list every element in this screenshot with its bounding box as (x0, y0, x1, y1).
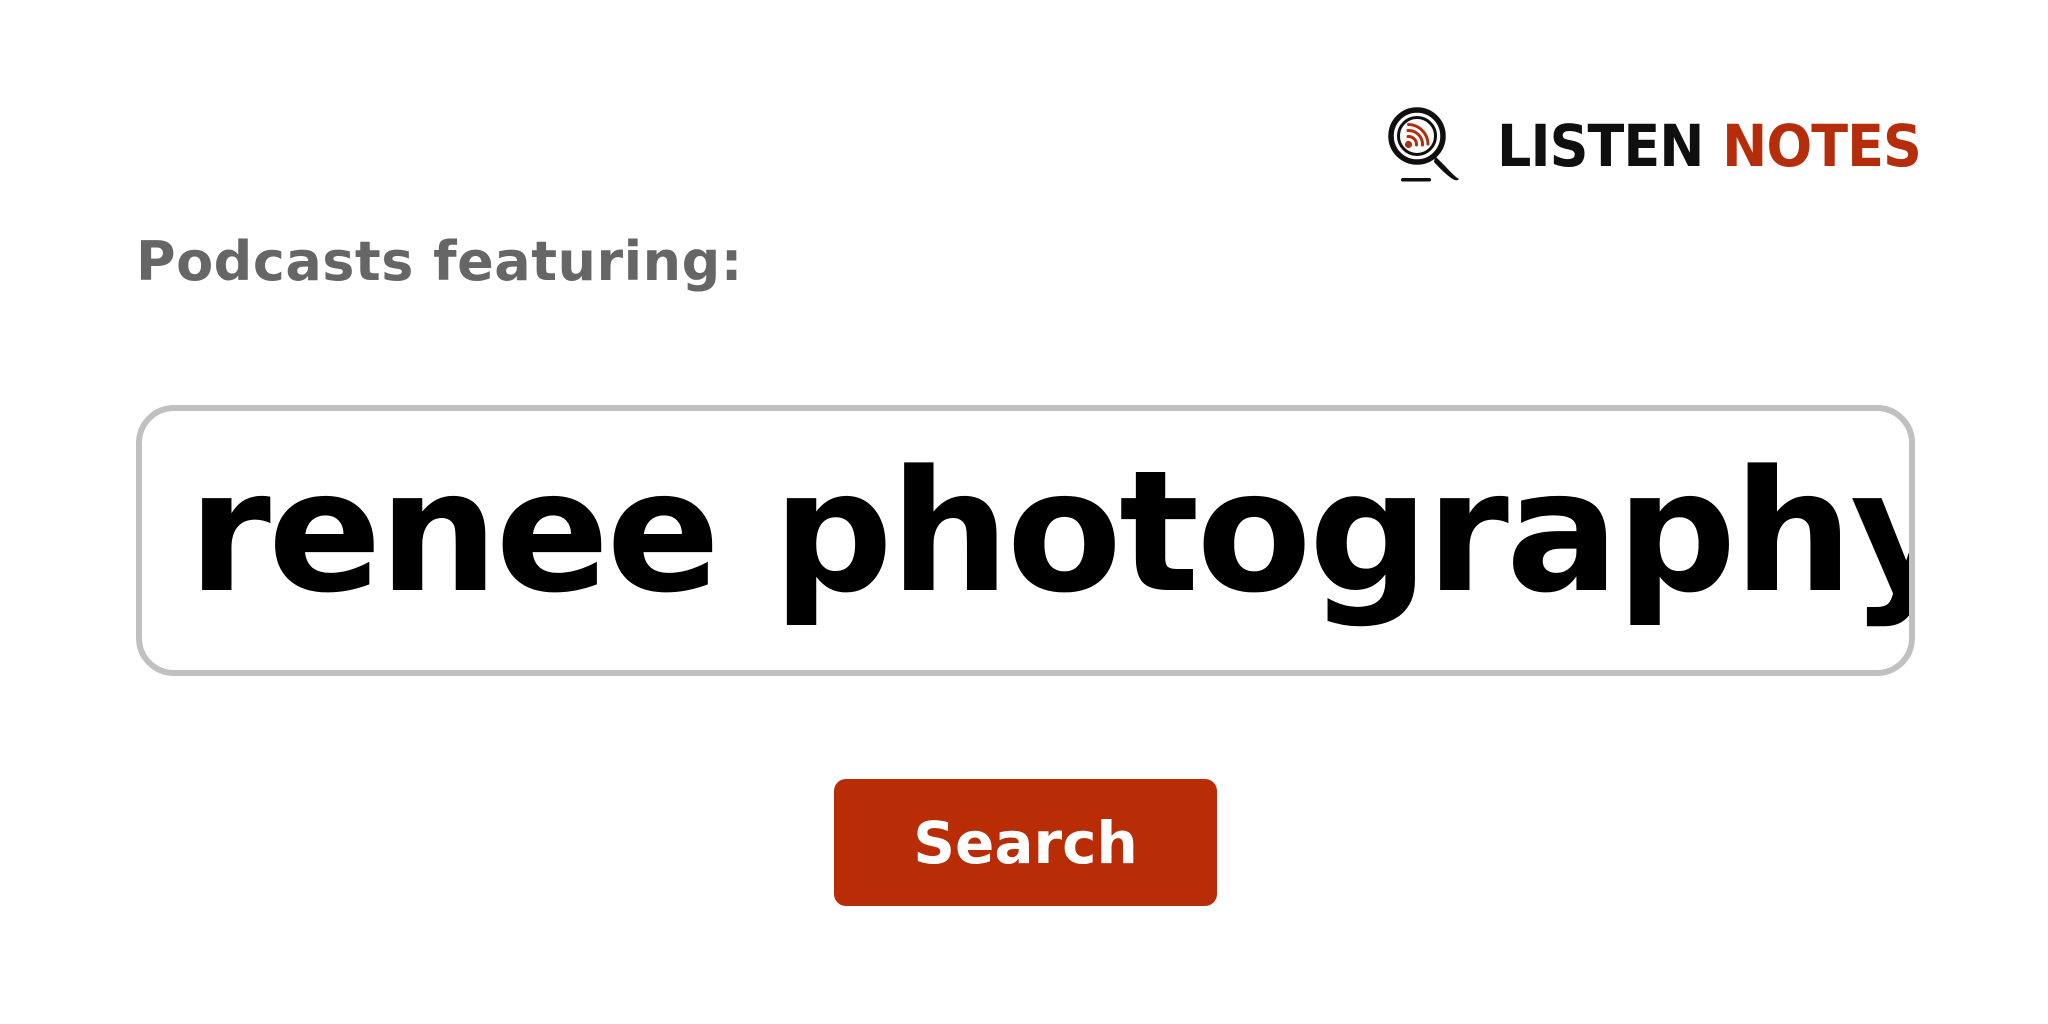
magnifier-podcast-icon (1388, 107, 1459, 182)
search-button[interactable]: Search (834, 779, 1217, 906)
page: LISTEN NOTES Podcasts featuring: Search (0, 0, 2048, 1024)
page-heading: Podcasts featuring: (136, 230, 743, 293)
logo-wordmark: LISTEN NOTES (1497, 112, 1922, 180)
search-box[interactable] (136, 405, 1915, 676)
logo-word-notes: NOTES (1722, 112, 1922, 180)
search-input[interactable] (188, 433, 1909, 630)
listen-notes-logo[interactable]: LISTEN NOTES (1385, 106, 1953, 186)
logo-word-listen: LISTEN (1497, 112, 1704, 180)
